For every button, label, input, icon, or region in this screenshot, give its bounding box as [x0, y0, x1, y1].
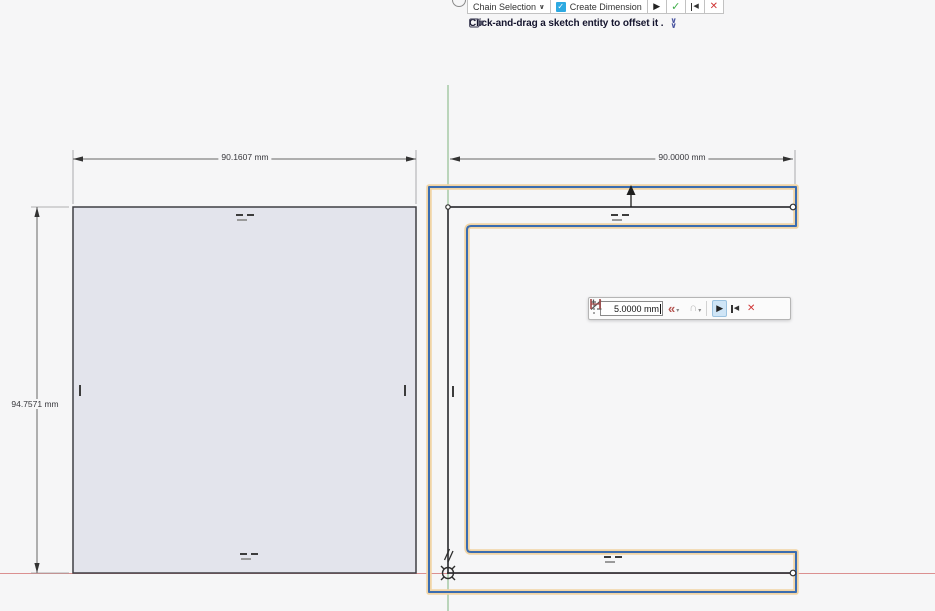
cancel-button[interactable]: ✕: [704, 0, 724, 14]
play-icon: ▶: [653, 1, 660, 12]
status-message: Click-and-drag a sketch entity to offset…: [469, 18, 663, 29]
expand-chevron-icon[interactable]: ∨ ∨: [670, 19, 677, 28]
offset-tool-toolbar: Chain Selection ∨ ✓ Create Dimension ▶ ✓…: [467, 0, 724, 14]
dimension-label-rect-width[interactable]: 90.1607 mm: [218, 152, 271, 162]
cad-sketch-viewport: 90.1607 mm 90.0000 mm 94.7571 mm Chain S…: [0, 0, 935, 611]
sketch-endpoints: [446, 204, 796, 576]
sketch-rectangle[interactable]: [73, 207, 416, 573]
create-dimension-label: Create Dimension: [570, 2, 642, 12]
skip-to-start-icon: ◀: [691, 3, 699, 11]
chevron-down-icon: ▾: [676, 307, 679, 314]
sketch-channel[interactable]: [448, 207, 793, 573]
arc-cap-button[interactable]: ∩ ▾: [689, 303, 701, 314]
midpoint-tick: [79, 385, 81, 396]
equal-constraint-icon: [236, 214, 254, 222]
cancel-button[interactable]: ✕: [743, 300, 759, 317]
equal-constraint-icon: [240, 553, 258, 561]
sketch-canvas: [0, 0, 935, 611]
offset-preview-outline[interactable]: [429, 187, 796, 592]
skip-to-start-button[interactable]: ◀: [727, 300, 743, 317]
dimension-label-rect-height[interactable]: 94.7571 mm: [8, 399, 61, 409]
close-icon: ✕: [747, 303, 755, 314]
offset-distance-value: 5.0000 mm: [614, 304, 659, 314]
midpoint-tick: [452, 386, 454, 397]
equal-constraint-icon: [611, 214, 629, 222]
chevron-down-icon: ▾: [698, 307, 701, 314]
dimension-channel-width: [450, 150, 795, 184]
separator: [706, 301, 707, 316]
dimension-rect-height: [31, 207, 69, 573]
close-icon: ✕: [710, 1, 718, 12]
arc-icon: ∩: [689, 303, 697, 314]
offset-distance-input[interactable]: 5.0000 mm: [600, 301, 663, 316]
chain-selection-dropdown[interactable]: Chain Selection ∨: [467, 0, 551, 14]
check-icon: ✓: [671, 0, 680, 13]
corner-type-button[interactable]: « ▾: [668, 303, 679, 314]
create-dimension-checkbox[interactable]: ✓: [556, 2, 566, 12]
status-bar: Click-and-drag a sketch entity to offset…: [469, 18, 677, 29]
equal-constraint-icon: [604, 556, 622, 564]
video-icon[interactable]: [469, 18, 483, 28]
skip-to-start-button[interactable]: ◀: [685, 0, 705, 14]
play-button[interactable]: ▶: [647, 0, 667, 14]
play-icon: ▶: [716, 303, 723, 314]
corner-chevrons-icon: «: [668, 303, 675, 314]
chevron-down-icon: ∨: [539, 3, 545, 11]
chain-selection-label: Chain Selection: [473, 2, 536, 12]
text-caret: [660, 304, 661, 314]
origin-icon[interactable]: [441, 566, 455, 580]
dimension-label-channel-width[interactable]: 90.0000 mm: [655, 152, 708, 162]
midpoint-tick: [404, 385, 406, 396]
create-dimension-option[interactable]: ✓ Create Dimension: [550, 0, 648, 14]
check-icon: ✓: [557, 2, 564, 12]
end-cap-icon: [589, 298, 602, 310]
offset-distance-dialog: 5.0000 mm « ▾ ∩ ▾ ▶ ◀: [588, 297, 791, 320]
play-button[interactable]: ▶: [712, 300, 727, 317]
skip-to-start-icon: ◀: [731, 305, 739, 313]
accept-button[interactable]: ✓: [666, 0, 686, 14]
